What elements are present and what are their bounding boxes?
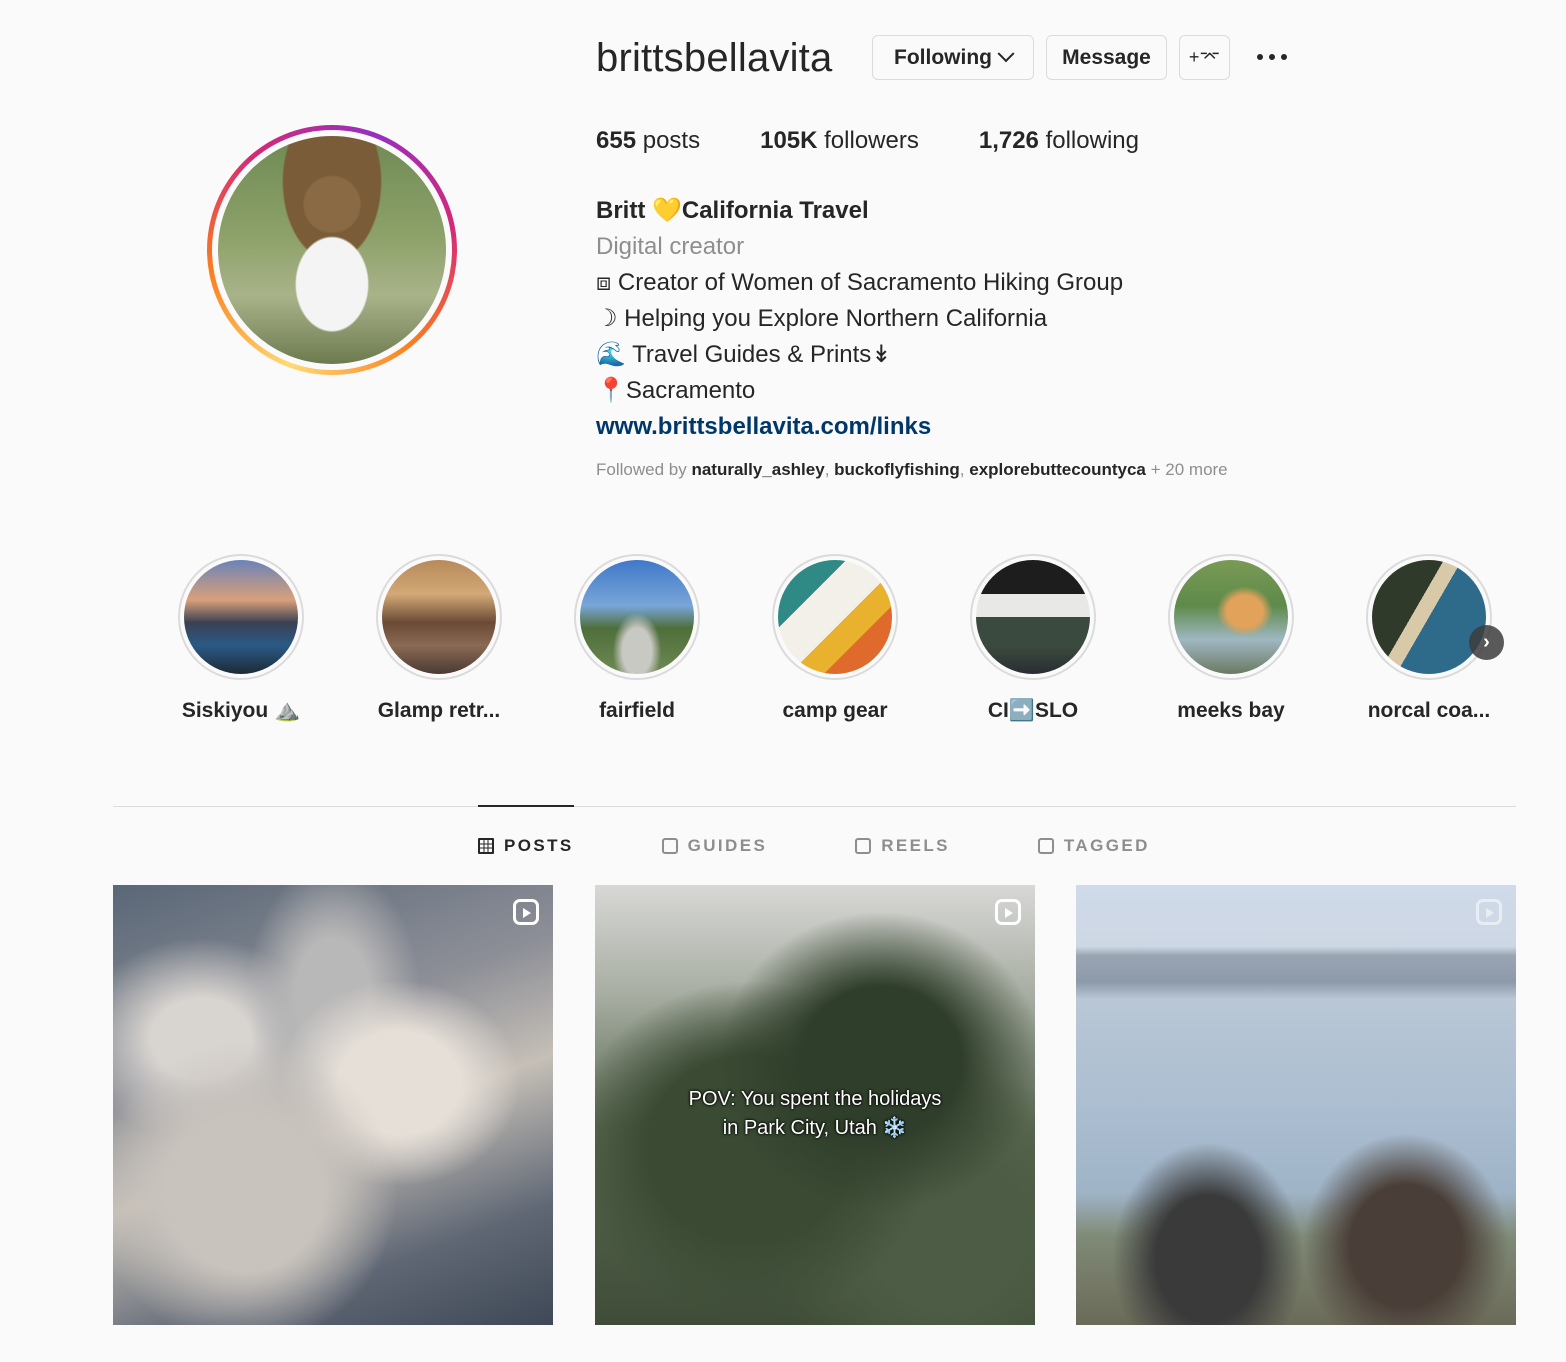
highlight-item[interactable]: fairfield: [574, 554, 772, 723]
bio-line: ⧈ Creator of Women of Sacramento Hiking …: [596, 269, 1124, 296]
highlight-label: meeks bay: [1177, 699, 1285, 722]
tab-posts-label: POSTS: [504, 836, 574, 855]
highlight-item[interactable]: Glamp retr...: [376, 554, 574, 723]
reels-icon: [855, 838, 872, 854]
suggested-users-button[interactable]: +⌤: [1179, 35, 1230, 80]
highlight-label: fairfield: [599, 699, 675, 722]
highlight-label: Glamp retr...: [377, 699, 501, 722]
profile-stats: 655 posts 105K followers 1,726 following: [596, 127, 1199, 155]
profile-avatar-ring[interactable]: [207, 125, 457, 375]
following-stat-label: following: [1045, 127, 1139, 154]
highlight-label: Siskiyou ⛰️: [181, 699, 301, 722]
followers-stat[interactable]: 105K followers: [760, 127, 919, 155]
following-button[interactable]: Following: [872, 35, 1034, 80]
follower-link[interactable]: naturally_ashley: [691, 460, 824, 479]
bio-line: 🌊 Travel Guides & Prints↡: [596, 341, 892, 368]
chevron-right-icon: ›: [1483, 631, 1490, 653]
dot-icon: [1269, 54, 1275, 60]
followers-count: 105K: [760, 127, 818, 154]
highlight-cover: [778, 560, 892, 674]
message-button[interactable]: Message: [1046, 35, 1167, 80]
followed-by-more[interactable]: + 20 more: [1151, 460, 1228, 479]
story-highlights: Siskiyou ⛰️ Glamp retr... fairfield camp…: [178, 554, 1564, 723]
highlight-ring: [970, 554, 1096, 680]
highlight-cover: [976, 560, 1090, 674]
highlight-ring: [178, 554, 304, 680]
followers-label: followers: [824, 127, 919, 154]
highlight-cover: [1174, 560, 1288, 674]
post-caption: POV: You spent the holidays in Park City…: [595, 1085, 1035, 1143]
highlight-cover: [382, 560, 496, 674]
highlight-label: norcal coa...: [1367, 699, 1491, 722]
dot-icon: [1281, 54, 1287, 60]
highlight-item[interactable]: camp gear: [772, 554, 970, 723]
post-caption-line: POV: You spent the holidays: [688, 1088, 942, 1110]
follower-link[interactable]: explorebuttecountyca: [969, 460, 1146, 479]
highlight-ring: [772, 554, 898, 680]
username: brittsbellavita: [596, 36, 833, 80]
posts-count: 655: [596, 127, 637, 154]
highlight-cover: [1372, 560, 1486, 674]
reel-icon: [995, 899, 1021, 925]
followed-by[interactable]: Followed by naturally_ashley, buckoflyfi…: [596, 460, 1228, 480]
post-thumbnail[interactable]: POV: You spent the holidays in Park City…: [595, 885, 1035, 1325]
highlight-ring: [1168, 554, 1294, 680]
tagged-icon: [1037, 838, 1054, 854]
profile-tabs: POSTS GUIDES REELS TAGGED: [478, 836, 1238, 856]
active-tab-indicator: [478, 805, 574, 807]
chevron-down-icon: [997, 44, 1015, 62]
follower-link[interactable]: buckoflyfishing: [834, 460, 960, 479]
highlight-cover: [184, 560, 298, 674]
highlight-item[interactable]: CI➡️SLO: [970, 554, 1168, 723]
highlight-ring: [574, 554, 700, 680]
highlight-cover: [580, 560, 694, 674]
category-label: Digital creator: [596, 233, 745, 260]
highlight-label: camp gear: [782, 699, 888, 722]
more-options-button[interactable]: [1250, 42, 1294, 72]
reel-icon: [513, 899, 539, 925]
add-user-icon: +⌤: [1188, 47, 1221, 67]
post-thumbnail[interactable]: [1076, 885, 1516, 1325]
posts-stat: 655 posts: [596, 127, 700, 155]
highlight-ring: [1366, 554, 1492, 680]
tab-guides[interactable]: GUIDES: [661, 836, 768, 856]
avatar-frame: [212, 130, 452, 370]
profile-bio: Britt 💛California Travel Digital creator…: [596, 193, 1123, 445]
tabs-divider: [113, 806, 1516, 807]
highlight-item[interactable]: meeks bay: [1168, 554, 1366, 723]
highlight-item[interactable]: Siskiyou ⛰️: [178, 554, 376, 723]
highlights-next-button[interactable]: ›: [1469, 625, 1504, 660]
tab-reels[interactable]: REELS: [855, 836, 950, 856]
guide-icon: [661, 838, 678, 854]
tab-posts[interactable]: POSTS: [478, 836, 574, 856]
post-caption-line: in Park City, Utah ❄️: [722, 1117, 908, 1139]
tab-tagged-label: TAGGED: [1063, 836, 1150, 855]
highlight-item[interactable]: norcal coa...: [1366, 554, 1564, 723]
posts-label: posts: [642, 127, 701, 154]
grid-icon: [478, 838, 494, 854]
followed-by-prefix: Followed by: [596, 460, 687, 479]
bio-line: 📍Sacramento: [596, 377, 756, 404]
following-count: 1,726: [978, 127, 1039, 154]
reel-icon: [1476, 899, 1502, 925]
highlight-ring: [376, 554, 502, 680]
following-label: Following: [894, 45, 992, 69]
dot-icon: [1257, 54, 1263, 60]
avatar: [218, 136, 446, 364]
display-name: Britt 💛California Travel: [596, 197, 869, 224]
tab-reels-label: REELS: [881, 836, 950, 855]
highlight-label: CI➡️SLO: [987, 699, 1079, 722]
tab-guides-label: GUIDES: [687, 836, 768, 855]
tab-tagged[interactable]: TAGGED: [1037, 836, 1150, 856]
bio-link[interactable]: www.brittsbellavita.com/links: [596, 413, 931, 440]
post-thumbnail[interactable]: [113, 885, 553, 1325]
following-stat[interactable]: 1,726 following: [979, 127, 1139, 155]
bio-line: ☽ Helping you Explore Northern Californi…: [596, 305, 1048, 332]
